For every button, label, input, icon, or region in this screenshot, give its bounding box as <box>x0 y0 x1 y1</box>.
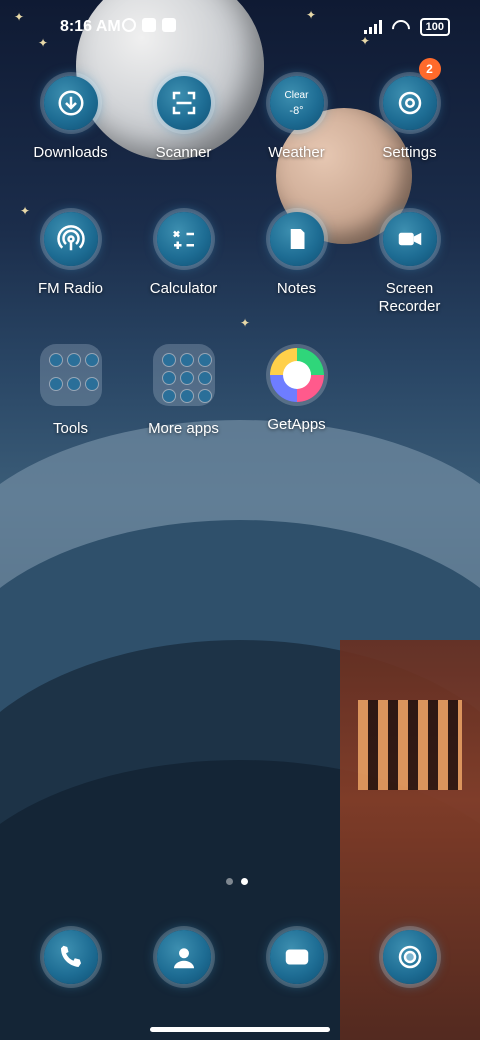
messages-icon <box>269 930 324 984</box>
radio-icon <box>43 212 98 266</box>
screen-recorder-icon <box>382 212 437 266</box>
app-screen-recorder[interactable]: Screen Recorder <box>353 212 466 316</box>
getapps-icon <box>269 348 324 402</box>
weather-temperature: -8° <box>289 104 304 117</box>
app-getapps[interactable]: GetApps <box>240 348 353 434</box>
camera-icon <box>382 930 437 984</box>
download-icon <box>43 76 98 130</box>
status-time: 8:16 AM <box>60 18 121 35</box>
app-scanner[interactable]: Scanner <box>127 76 240 162</box>
app-label: Downloads <box>33 144 108 161</box>
dock-messages[interactable] <box>240 930 353 984</box>
app-notes[interactable]: Notes <box>240 212 353 298</box>
app-label: Notes <box>276 280 317 297</box>
notification-icons <box>122 18 176 32</box>
page-dot[interactable] <box>226 878 233 885</box>
status-bar: 8:16 AM 100 <box>0 0 480 56</box>
app-fm-radio[interactable]: FM Radio <box>14 212 127 298</box>
settings-icon: 2 <box>382 58 441 130</box>
dock-contacts[interactable] <box>127 930 240 984</box>
dock-camera[interactable] <box>353 930 466 984</box>
app-label: Settings <box>382 144 437 161</box>
app-label: Weather <box>268 144 325 161</box>
app-label: GetApps <box>267 416 326 433</box>
app-downloads[interactable]: Downloads <box>14 76 127 162</box>
notification-badge: 2 <box>418 58 441 80</box>
weather-condition: Clear <box>284 89 309 101</box>
scanner-icon <box>156 76 211 130</box>
page-indicator <box>226 878 248 885</box>
download-notification-icon <box>162 18 176 32</box>
app-label: Tools <box>52 420 89 437</box>
signal-icon <box>363 20 382 34</box>
battery-indicator: 100 <box>419 18 450 36</box>
star: ✦ <box>240 316 251 330</box>
status-right: 100 <box>363 18 450 36</box>
page-dot-active[interactable] <box>241 878 248 885</box>
folder-tools[interactable]: Tools <box>14 344 127 438</box>
folder-icon <box>39 344 102 406</box>
wifi-icon <box>392 20 410 34</box>
calculator-icon <box>156 212 211 266</box>
app-label: Calculator <box>149 280 218 297</box>
dock-phone[interactable] <box>14 930 127 984</box>
app-calculator[interactable]: Calculator <box>127 212 240 298</box>
app-label: Scanner <box>155 144 212 161</box>
notification-icon <box>142 18 156 32</box>
contacts-icon <box>156 930 211 984</box>
folder-more-apps[interactable]: More apps <box>127 344 240 438</box>
app-label: FM Radio <box>37 280 104 297</box>
app-weather[interactable]: Clear -8° Weather <box>240 76 353 162</box>
app-label: Screen Recorder <box>378 280 441 315</box>
phone-icon <box>43 930 98 984</box>
data-saver-icon <box>122 18 136 32</box>
app-label: More apps <box>148 420 219 437</box>
home-gesture-bar[interactable] <box>150 1027 330 1032</box>
app-settings[interactable]: 2 Settings <box>353 58 466 162</box>
notes-icon <box>269 212 324 266</box>
weather-icon: Clear -8° <box>269 76 324 130</box>
folder-icon <box>152 344 215 406</box>
